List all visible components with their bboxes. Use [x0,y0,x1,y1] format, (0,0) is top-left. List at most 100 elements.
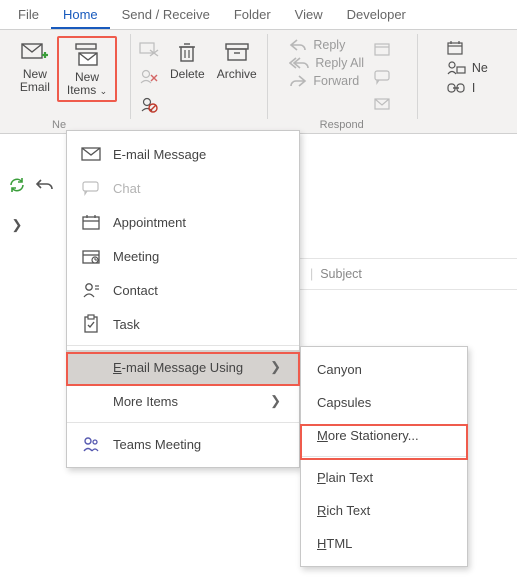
menu-divider [67,422,299,423]
subject-label: Subject [320,267,362,281]
menu-email-using[interactable]: E-mail Message Using ❯ [67,350,299,384]
submenu-capsules[interactable]: Capsules [301,386,467,419]
menu-email-message[interactable]: E-mail Message [67,137,299,171]
new-email-button[interactable]: New Email [13,36,57,96]
delete-button[interactable]: Delete [164,36,211,83]
new-items-menu: E-mail Message Chat Appointment Meeting … [66,130,300,468]
email-using-submenu: Canyon Capsules More Stationery... Plain… [300,346,468,567]
trash-icon [173,38,201,66]
submenu-more-stationery[interactable]: More Stationery... [301,419,467,452]
mail-icon [81,144,101,164]
right-item-1[interactable] [446,40,488,56]
menu-task[interactable]: Task [67,307,299,341]
more-icon [373,97,393,113]
new-email-label: New Email [20,68,50,94]
contact-icon [81,280,101,300]
submenu-canyon-label: Canyon [317,362,362,377]
right-item-3[interactable]: I [446,80,488,96]
archive-label: Archive [217,68,257,81]
im-reply-button[interactable] [372,66,394,88]
new-items-icon [73,41,101,69]
meeting-icon [81,246,101,266]
menu-contact-label: Contact [113,283,158,298]
tab-send-receive[interactable]: Send / Receive [110,1,222,29]
chevron-right-icon: ❯ [12,217,23,233]
reply-label: Reply [313,38,345,52]
forward-label: Forward [313,74,359,88]
right-item-2-label: Ne [472,61,488,75]
menu-appointment-label: Appointment [113,215,186,230]
forward-button[interactable]: Forward [289,74,364,88]
nav-expand[interactable]: ❯ [6,214,28,236]
ribbon: New Email New Items ⌄ Ne [0,30,517,134]
right-item-3-label: I [472,81,475,95]
archive-button[interactable]: Archive [211,36,263,83]
more-respond-button[interactable] [372,94,394,116]
cleanup-button[interactable] [138,66,160,88]
menu-teams-meeting[interactable]: Teams Meeting [67,427,299,461]
menu-meeting[interactable]: Meeting [67,239,299,273]
tab-home[interactable]: Home [51,1,110,29]
menu-chat: Chat [67,171,299,205]
junk-icon [139,97,159,113]
subject-column-header[interactable]: | Subject [300,258,517,290]
menu-contact[interactable]: Contact [67,273,299,307]
new-items-label: New Items ⌄ [67,71,107,97]
tab-view[interactable]: View [283,1,335,29]
reply-all-label: Reply All [315,56,364,70]
group-new: New Email New Items ⌄ Ne [0,30,130,133]
delete-label: Delete [170,68,205,81]
archive-icon [223,38,251,66]
menu-teams-label: Teams Meeting [113,437,201,452]
submenu-plain-label: Plain Text [317,470,373,485]
tab-file[interactable]: File [6,1,51,29]
ignore-icon [139,41,159,57]
new-items-button[interactable]: New Items ⌄ [61,39,113,99]
ribbon-tabs: File Home Send / Receive Folder View Dev… [0,0,517,30]
menu-email-label: E-mail Message [113,147,206,162]
chat-small-icon [373,69,393,85]
ignore-button[interactable] [138,38,160,60]
reply-icon [289,38,307,52]
submenu-more-stationery-label: More Stationery... [317,428,419,443]
menu-task-label: Task [113,317,140,332]
sendto-icon [446,60,466,76]
submenu-html-label: HTML [317,536,352,551]
right-item-2[interactable]: Ne [446,60,488,76]
calendar-icon [81,212,101,232]
cleanup-icon [139,69,159,85]
sync-icon [7,176,27,194]
menu-divider [67,345,299,346]
chevron-right-icon: ❯ [270,359,281,375]
group-right: Ne I [417,30,517,133]
menu-email-using-label: E-mail Message Using [113,360,243,375]
group-delete: Delete Archive [130,30,267,133]
tab-folder[interactable]: Folder [222,1,283,29]
chevron-right-icon: ❯ [270,393,281,409]
submenu-capsules-label: Capsules [317,395,371,410]
teams-icon [81,434,101,454]
task-icon [81,314,101,334]
submenu-plain-text[interactable]: Plain Text [301,461,467,494]
tab-developer[interactable]: Developer [335,1,418,29]
menu-more-items-label: More Items [113,394,178,409]
calendar-small-icon [373,41,393,57]
meeting-reply-button[interactable] [372,38,394,60]
group-respond: Reply Reply All Forward [267,30,417,133]
menu-more-items[interactable]: More Items ❯ [67,384,299,418]
submenu-canyon[interactable]: Canyon [301,353,467,386]
mail-plus-icon [21,38,49,66]
undo-icon [35,177,55,193]
menu-appointment[interactable]: Appointment [67,205,299,239]
submenu-rich-text[interactable]: Rich Text [301,494,467,527]
submenu-html[interactable]: HTML [301,527,467,560]
junk-button[interactable] [138,94,160,116]
undo-button[interactable] [34,174,56,196]
calendar-rule-icon [446,40,466,56]
highlight-new-items: New Items ⌄ [57,36,117,102]
menu-chat-label: Chat [113,181,140,196]
sync-button[interactable] [6,174,28,196]
reply-button[interactable]: Reply [289,38,364,52]
reply-all-button[interactable]: Reply All [289,56,364,70]
forward-icon [289,74,307,88]
